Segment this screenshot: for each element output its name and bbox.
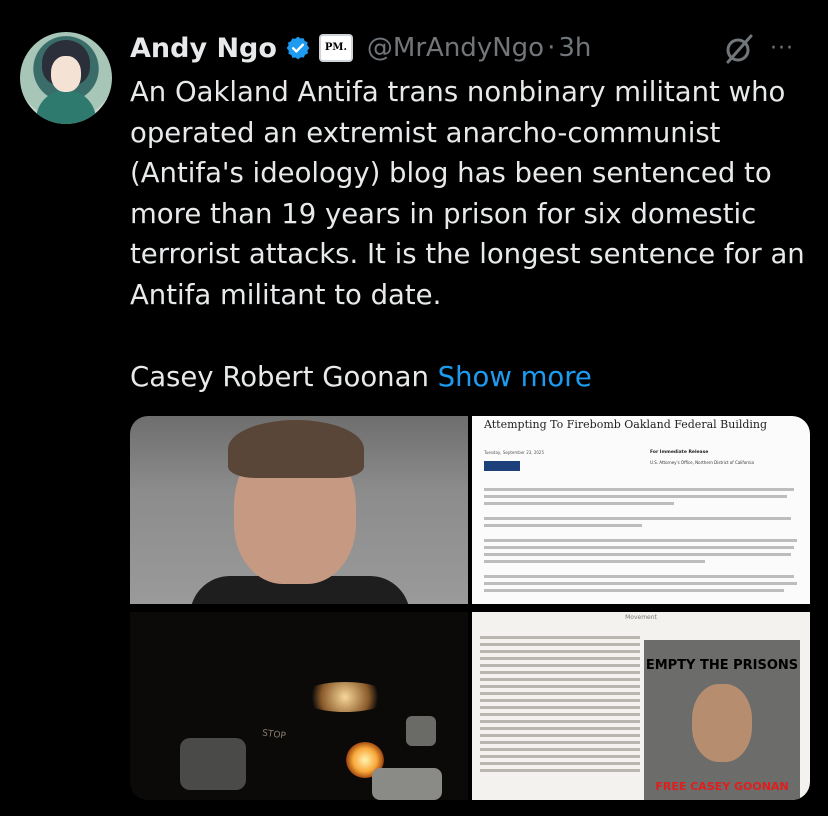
doc-date: Tuesday, September 23, 2025	[484, 450, 545, 455]
press-release-image[interactable]: Attempting To Firebomb Oakland Federal B…	[472, 416, 810, 604]
tweet-paragraph-2: Casey Robert Goonan Show more	[130, 357, 820, 398]
parked-car	[406, 716, 436, 746]
doc-title: Attempting To Firebomb Oakland Federal B…	[484, 418, 768, 431]
poster-caption: FREE CASEY GOONAN	[655, 780, 789, 793]
doc-release-label: For Immediate Release	[650, 450, 709, 455]
avatar-robe	[36, 90, 96, 124]
show-more-link[interactable]: Show more	[438, 361, 592, 393]
movement-title: Movement	[625, 614, 657, 621]
timestamp[interactable]: 3h	[558, 33, 591, 63]
affiliate-badge[interactable]: PM.	[318, 34, 353, 62]
mugshot-image[interactable]	[130, 416, 468, 604]
tweet-header: Andy Ngo PM. @MrAndyNgo · 3h	[130, 30, 591, 66]
author-name[interactable]: Andy Ngo	[130, 33, 277, 64]
tweet-paragraph-1: An Oakland Antifa trans nonbinary milita…	[130, 76, 805, 311]
doc-share-button	[484, 461, 520, 471]
verified-badge-icon	[285, 35, 311, 61]
more-icon[interactable]: ···	[770, 36, 794, 61]
poster-portrait	[692, 684, 752, 762]
avatar-face	[51, 56, 81, 92]
author-handle[interactable]: @MrAndyNgo	[367, 33, 544, 63]
poster-title: EMPTY THE PRISONS	[645, 658, 799, 673]
patrol-car	[180, 738, 246, 790]
storefront-light	[300, 682, 390, 712]
doc-body-lines	[484, 488, 800, 596]
movement-page-image[interactable]: Movement EMPTY THE PRISONS FREE CASEY GO…	[472, 612, 810, 800]
tweet-text: An Oakland Antifa trans nonbinary milita…	[130, 72, 820, 397]
doc-office: U.S. Attorney's Office, Northern Distric…	[650, 460, 754, 465]
mugshot-hair	[228, 420, 364, 478]
stop-marking: STOP	[261, 728, 287, 742]
separator-dot: ·	[547, 33, 556, 63]
grok-icon[interactable]	[722, 32, 756, 66]
night-street-image[interactable]: STOP	[130, 612, 468, 800]
empty-prisons-poster: EMPTY THE PRISONS FREE CASEY GOONAN	[644, 640, 800, 800]
white-car	[372, 768, 442, 800]
movement-body-lines	[480, 636, 640, 776]
tweet-paragraph-2-text: Casey Robert Goonan	[130, 360, 429, 393]
author-avatar[interactable]	[20, 32, 112, 124]
media-grid: Attempting To Firebomb Oakland Federal B…	[130, 416, 810, 800]
